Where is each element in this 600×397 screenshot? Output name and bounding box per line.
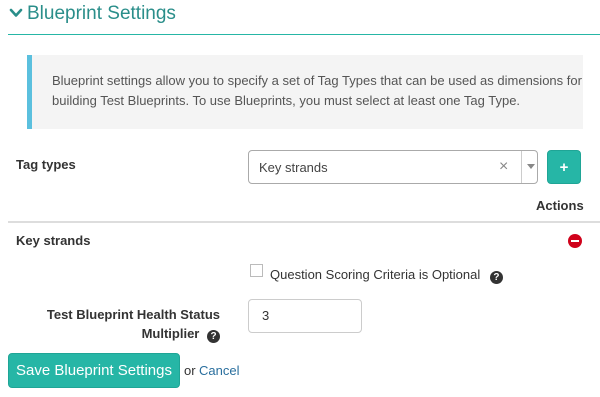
multiplier-label-line-2: Multiplier ?: [20, 324, 220, 343]
dropdown-arrow-icon[interactable]: [527, 164, 535, 169]
clear-selection-icon[interactable]: ×: [499, 158, 508, 176]
tag-types-selected-value: Key strands: [259, 160, 328, 175]
section-title: Blueprint Settings: [27, 3, 176, 24]
multiplier-label-line-1: Test Blueprint Health Status: [46, 307, 220, 322]
tag-types-select[interactable]: Key strands ×: [248, 150, 538, 184]
cancel-link[interactable]: Cancel: [199, 363, 239, 378]
or-text: or: [184, 363, 196, 378]
chevron-down-icon[interactable]: [9, 6, 23, 20]
scoring-optional-label: Question Scoring Criteria is Optional ?: [270, 267, 503, 284]
section-header[interactable]: Blueprint Settings: [0, 0, 600, 34]
remove-tag-type-icon[interactable]: [568, 234, 582, 248]
info-callout: Blueprint settings allow you to specify …: [27, 55, 583, 129]
select-separator: [521, 151, 522, 183]
header-divider: [8, 34, 600, 35]
info-line-2: building Test Blueprints. To use Bluepri…: [52, 93, 521, 108]
add-tag-type-button[interactable]: +: [547, 150, 581, 184]
multiplier-input[interactable]: 3: [248, 299, 362, 333]
tag-types-label: Tag types: [16, 157, 76, 172]
help-icon[interactable]: ?: [489, 271, 503, 284]
table-divider: [8, 221, 600, 223]
info-text: Blueprint settings allow you to specify …: [52, 71, 582, 111]
save-blueprint-settings-button[interactable]: Save Blueprint Settings: [8, 353, 180, 388]
scoring-optional-checkbox[interactable]: [250, 264, 263, 277]
tag-type-row-name: Key strands: [16, 233, 91, 248]
info-line-1: Blueprint settings allow you to specify …: [52, 73, 582, 88]
multiplier-label: Test Blueprint Health Status Multiplier …: [20, 305, 220, 343]
help-icon[interactable]: ?: [207, 330, 220, 343]
multiplier-label-text: Multiplier: [141, 326, 200, 341]
scoring-optional-text: Question Scoring Criteria is Optional: [270, 267, 481, 282]
actions-header: Actions: [536, 198, 584, 213]
